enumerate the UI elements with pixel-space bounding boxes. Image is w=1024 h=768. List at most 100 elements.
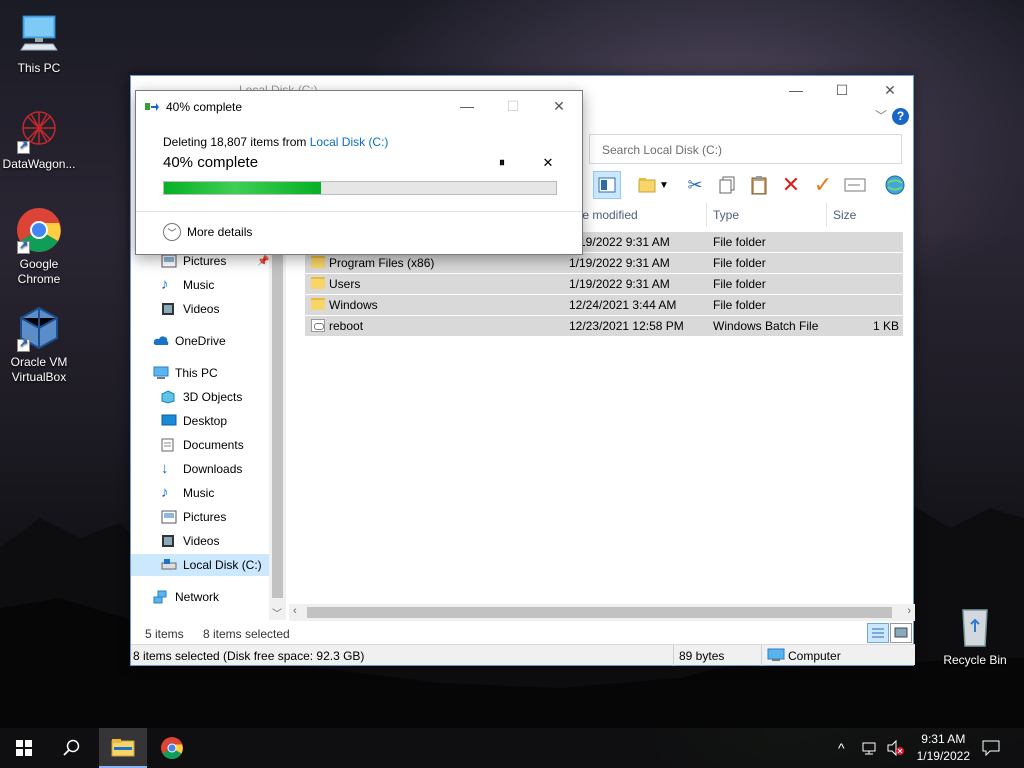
desktop-icon-chrome[interactable]: Google Chrome [1,206,77,287]
taskbar-file-explorer[interactable] [99,728,147,768]
shortcut-arrow-icon [17,337,30,352]
selection-bytes: 89 bytes [679,649,725,663]
nav-item-music[interactable]: ♪ Music [161,274,269,296]
search-button[interactable] [48,728,96,768]
file-type: File folder [713,277,766,291]
desktop-icon-label: Oracle VM VirtualBox [10,355,68,384]
collapse-ribbon-icon[interactable]: ﹀ [875,107,887,124]
operation-description: Deleting 18,807 items from Local Disk (C… [163,135,388,149]
taskbar-chrome[interactable] [148,728,196,768]
notification-icon [982,740,1000,756]
close-button[interactable]: ✕ [867,76,913,104]
nav-item-network[interactable]: Network [153,586,269,608]
chrome-icon [161,737,183,759]
pictures-icon [161,510,177,524]
nav-label: 3D Objects [183,390,243,404]
nav-item-3d-objects[interactable]: 3D Objects [161,386,269,408]
file-list-hscrollbar[interactable]: ‹ › [289,604,915,621]
dialog-close-button[interactable]: ✕ [536,91,582,121]
desktop-icon-this-pc[interactable]: This PC [1,10,77,76]
desktop-icon-virtualbox[interactable]: Oracle VM VirtualBox [1,304,77,385]
desktop-icon-datawagon[interactable]: DataWagon... [1,106,77,172]
taskbar-clock[interactable]: 9:31 AM 1/19/2022 [917,731,970,765]
videos-icon [161,534,177,548]
nav-label: OneDrive [175,334,226,348]
hscrollbar-thumb[interactable] [307,607,892,618]
file-date: 1/19/2022 9:31 AM [569,256,670,270]
pin-icon[interactable]: 📌 [257,256,269,267]
start-button[interactable] [0,728,48,768]
rename-icon[interactable] [841,171,869,199]
minimize-button[interactable]: — [773,76,819,104]
selected-count: 8 items selected [203,627,290,641]
taskbar: ^ 9:31 AM 1/19/2022 [0,728,1024,768]
network-status-icon[interactable] [862,728,880,768]
file-row[interactable]: reboot 12/23/2021 12:58 PM Windows Batch… [305,316,903,337]
nav-item-videos-pc[interactable]: Videos [161,530,269,552]
cut-icon[interactable]: ✂ [681,171,709,199]
action-center-button[interactable] [982,728,1000,768]
nav-item-local-disk[interactable]: Local Disk (C:) [131,554,269,576]
pictures-icon [161,254,177,268]
quick-toolbar: ▼ ✂ ✕ ✓ [593,170,919,200]
maximize-button[interactable]: ☐ [819,76,865,104]
show-hidden-icons[interactable]: ^ [838,728,845,768]
nav-item-documents[interactable]: Documents [161,434,269,456]
percent-complete-label: 40% complete [163,154,259,171]
nav-item-pictures-pc[interactable]: Pictures [161,506,269,528]
large-icons-view-button[interactable] [890,623,912,643]
column-header-date-modified[interactable]: te modified [573,203,707,227]
dialog-minimize-button[interactable]: — [444,91,490,121]
chevron-down-icon: ﹀ [163,223,181,241]
chrome-icon [15,206,63,254]
pause-button[interactable]: ⏸ [492,155,512,175]
dropdown-arrow-icon[interactable]: ▼ [657,171,671,199]
desktop-icon-label: This PC [17,61,61,75]
search-input[interactable]: Search Local Disk (C:) [589,134,902,164]
delete-icon[interactable]: ✕ [777,171,805,199]
operation-text: Deleting 18,807 items from [163,135,310,149]
clock-time: 9:31 AM [921,732,966,746]
more-details-label: More details [187,225,253,239]
help-icon[interactable]: ? [892,108,909,125]
scroll-right-arrow-icon[interactable]: › [907,605,911,617]
delete-progress-dialog[interactable]: 40% complete — ☐ ✕ Deleting 18,807 items… [135,90,583,255]
documents-icon [161,438,177,452]
more-details-toggle[interactable]: ﹀ More details [163,223,252,241]
nav-item-music-pc[interactable]: ♪ Music [161,482,269,504]
copy-icon[interactable] [713,171,741,199]
scroll-left-arrow-icon[interactable]: ‹ [293,605,297,617]
file-row[interactable]: Users 1/19/2022 9:31 AM File folder [305,274,903,295]
nav-item-videos[interactable]: Videos [161,298,269,320]
clock-date: 1/19/2022 [916,749,970,763]
nav-item-onedrive[interactable]: OneDrive [153,330,269,352]
folder-icon [311,298,325,310]
column-header-size[interactable]: Size [827,203,905,227]
apply-check-icon[interactable]: ✓ [809,171,837,199]
scroll-down-arrow-icon[interactable]: ﹀ [272,605,282,620]
nav-scrollbar[interactable]: ﹀ [269,227,286,620]
paste-icon[interactable] [745,171,773,199]
nav-label: Documents [183,438,244,452]
column-header-type[interactable]: Type [707,203,827,227]
file-name: Windows [329,298,378,312]
details-view-button[interactable] [867,623,889,643]
desktop-icon-recycle-bin[interactable]: Recycle Bin [937,602,1013,668]
nav-label: Pictures [183,510,227,524]
desktop-icon [161,414,177,428]
file-row[interactable]: Windows 12/24/2021 3:44 AM File folder [305,295,903,316]
cancel-button[interactable]: ✕ [538,155,558,175]
nav-item-this-pc[interactable]: This PC [153,362,269,384]
item-count: 5 items [145,627,184,641]
volume-muted-icon[interactable] [886,728,906,768]
3d-objects-icon [161,390,177,404]
preview-pane-button[interactable] [593,171,621,199]
source-location-link[interactable]: Local Disk (C:) [310,135,389,149]
file-operation-icon [145,101,159,112]
nav-scrollbar-thumb[interactable] [272,227,283,598]
nav-item-desktop[interactable]: Desktop [161,410,269,432]
nav-item-downloads[interactable]: ↓ Downloads [161,458,269,480]
properties-globe-icon[interactable] [881,171,909,199]
this-pc-icon [15,10,63,58]
file-row[interactable]: Program Files (x86) 1/19/2022 9:31 AM Fi… [305,253,903,274]
